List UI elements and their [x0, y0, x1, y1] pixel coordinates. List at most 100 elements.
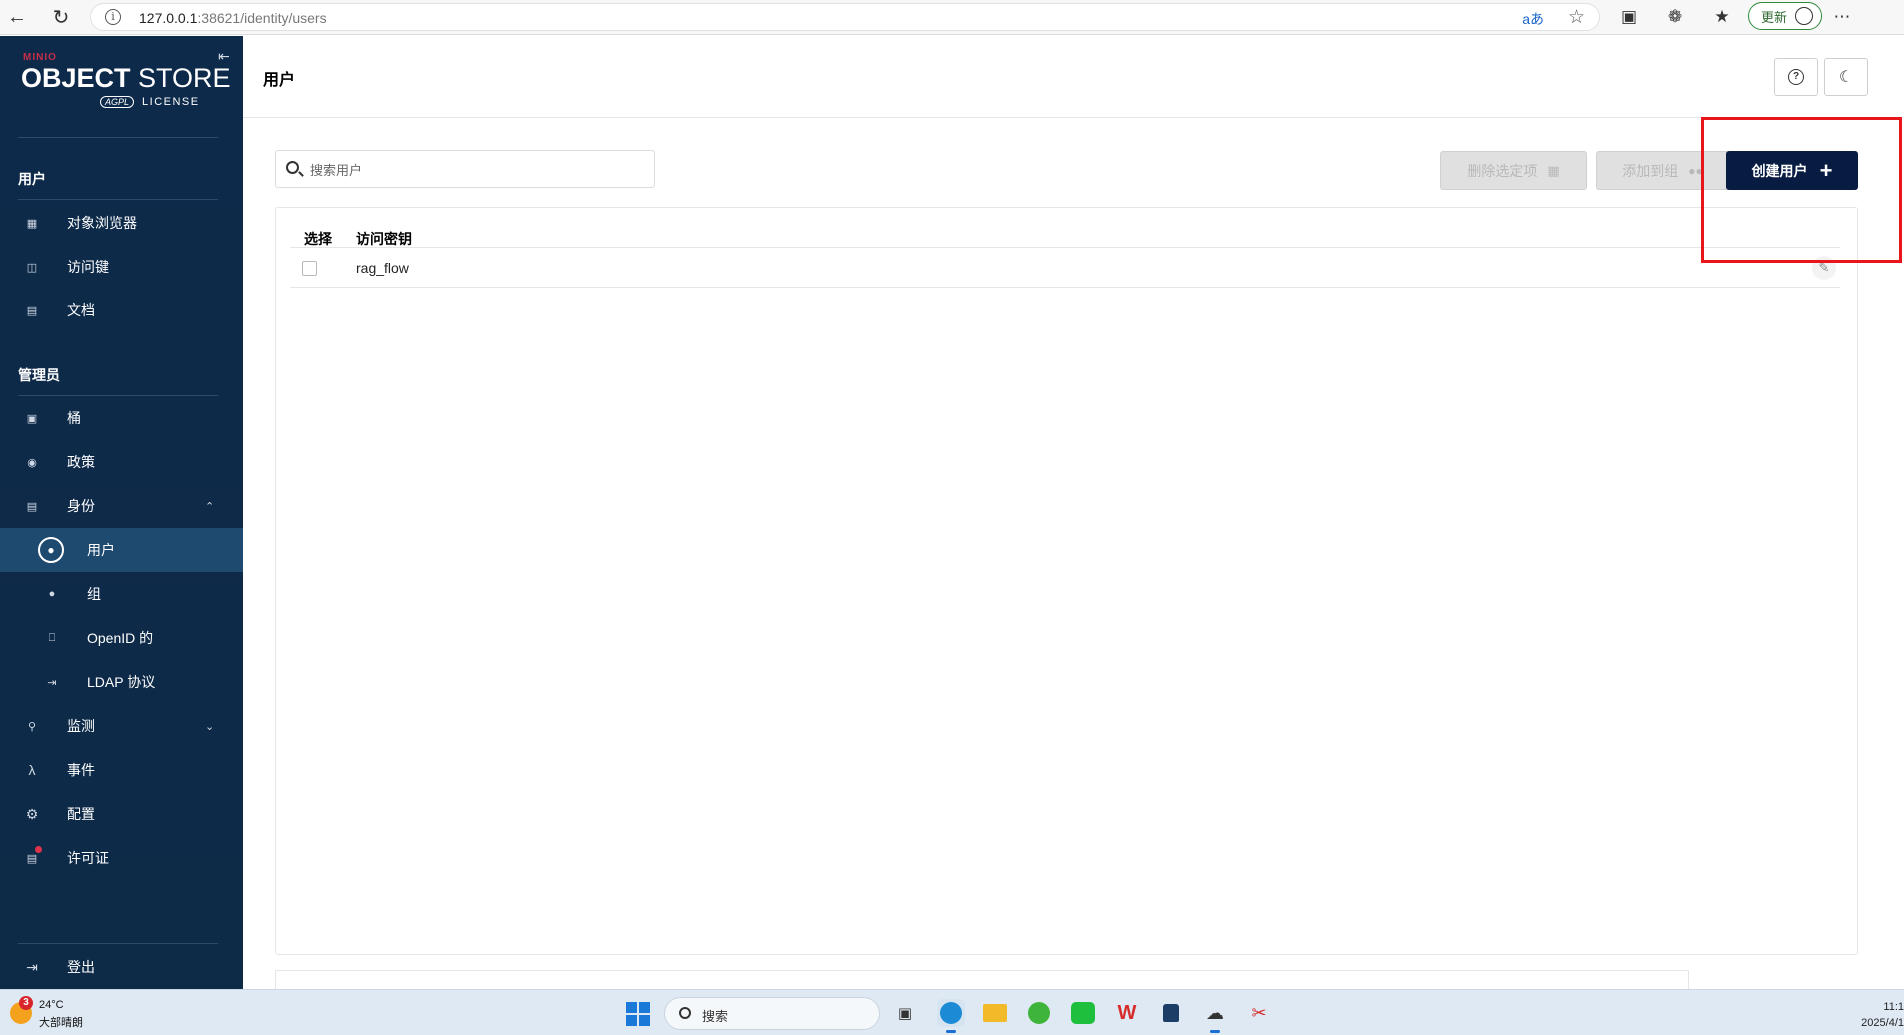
divider	[18, 137, 218, 138]
favorites-icon[interactable]: ★	[1710, 5, 1734, 29]
windows-start-icon[interactable]	[626, 1002, 650, 1026]
site-info-icon[interactable]: i	[105, 9, 121, 25]
sidebar-item-ldap[interactable]: ⇥ LDAP 协议	[0, 662, 243, 702]
sidebar-item-label: 事件	[67, 762, 95, 778]
minio-logo: MINIO	[23, 52, 57, 63]
chevron-down-icon: ⌄	[205, 720, 215, 733]
column-header-select[interactable]: 选择	[304, 229, 332, 249]
documentation-icon: ▤	[26, 304, 38, 317]
green-app-icon[interactable]	[1025, 999, 1053, 1027]
clock-time: 11:1	[1883, 1001, 1904, 1013]
help-icon: ?	[1788, 69, 1804, 85]
users-table: 选择 访问密钥 rag_flow ✎	[275, 207, 1858, 955]
section-admin: 管理员	[18, 367, 60, 383]
ldap-icon: ⇥	[47, 676, 57, 689]
sidebar-item-events[interactable]: λ 事件	[0, 750, 243, 790]
update-button[interactable]: 更新	[1748, 2, 1822, 30]
delete-selected-button[interactable]: 删除选定项 ▦	[1440, 151, 1587, 190]
taskbar-search-label: 搜索	[702, 1009, 729, 1024]
openid-icon: ⎕	[48, 631, 56, 644]
sync-app-icon[interactable]: ☁	[1201, 999, 1229, 1033]
wps-office-icon[interactable]: W	[1113, 999, 1141, 1027]
sidebar-item-documentation[interactable]: ▤ 文档	[0, 290, 243, 330]
read-aloud-icon[interactable]: aあ	[1522, 9, 1544, 29]
sidebar-item-openid[interactable]: ⎕ OpenID 的	[0, 618, 243, 658]
sidebar: MINIO OBJECT STORE AGPL LICENSE ⇤ 用户 ▦ 对象…	[0, 36, 243, 989]
sidebar-item-monitoring[interactable]: ⚲ 监测 ⌄	[0, 706, 243, 746]
reload-icon[interactable]: ↻	[48, 4, 74, 30]
search-input[interactable]	[310, 159, 640, 181]
sidebar-item-object-browser[interactable]: ▦ 对象浏览器	[0, 203, 243, 243]
sidebar-item-buckets[interactable]: ▣ 桶	[0, 398, 243, 438]
configuration-icon: ⚙	[25, 805, 39, 822]
tab-actions-icon[interactable]: ▣	[1617, 5, 1641, 29]
snipping-tool-icon[interactable]: ✂	[1245, 999, 1273, 1027]
divider	[18, 943, 218, 944]
wechat-icon[interactable]	[1069, 999, 1097, 1027]
logout-label: 登出	[67, 959, 95, 975]
policy-icon: ◉	[27, 456, 37, 469]
sidebar-item-label: 访问键	[67, 259, 109, 275]
sidebar-item-configuration[interactable]: ⚙ 配置	[0, 794, 243, 834]
sidebar-item-license[interactable]: ▤ 许可证	[0, 838, 243, 878]
cat-app-icon[interactable]	[1157, 999, 1185, 1027]
sidebar-item-identity[interactable]: ▤ 身份 ⌃	[0, 486, 243, 526]
delete-selected-label: 删除选定项	[1467, 162, 1538, 179]
sidebar-item-label: LDAP 协议	[87, 674, 156, 690]
group-icon: ●	[48, 588, 56, 600]
temperature: 24°C	[39, 999, 64, 1011]
clock-date: 2025/4/1	[1861, 1017, 1904, 1029]
logout-button[interactable]: ⇥ 登出	[0, 947, 243, 987]
page-title: 用户	[263, 72, 296, 89]
license-logo: AGPL LICENSE	[100, 96, 200, 108]
address-bar[interactable]: i 127.0.0.1:38621/identity/users aあ ☆	[90, 3, 1600, 31]
sidebar-item-label: 监测	[67, 718, 95, 734]
moon-icon: ☾	[1838, 69, 1854, 86]
logout-icon: ⇥	[26, 958, 38, 975]
sidebar-item-label: 许可证	[67, 850, 109, 866]
favorite-star-icon[interactable]: ☆	[1568, 6, 1585, 29]
weather-condition: 大部晴朗	[39, 1017, 83, 1029]
search-icon	[286, 161, 299, 174]
row-checkbox[interactable]	[302, 261, 317, 276]
column-header-access-key[interactable]: 访问密钥	[356, 229, 412, 249]
page-header: 用户 ? ☾	[243, 36, 1881, 118]
sidebar-item-label: 政策	[67, 454, 95, 470]
divider	[18, 199, 218, 200]
object-browser-icon: ▦	[26, 217, 38, 230]
divider	[18, 395, 218, 396]
notification-dot	[35, 846, 42, 853]
system-clock[interactable]: 11:1 2025/4/1	[1856, 999, 1904, 1031]
notification-badge: 3	[19, 996, 33, 1010]
more-menu-icon[interactable]: ⋯	[1830, 5, 1854, 29]
dark-mode-button[interactable]: ☾	[1824, 58, 1868, 96]
chevron-up-icon: ⌃	[205, 500, 215, 513]
access-keys-icon: ◫	[26, 261, 38, 274]
sidebar-item-groups[interactable]: ● 组	[0, 574, 243, 614]
extensions-icon[interactable]: ❁	[1663, 5, 1687, 29]
url-text: 127.0.0.1:38621/identity/users	[139, 10, 327, 26]
browser-toolbar: ← ↻ i 127.0.0.1:38621/identity/users aあ …	[0, 0, 1904, 35]
edge-browser-icon[interactable]	[937, 999, 965, 1033]
events-icon: λ	[28, 762, 36, 778]
sidebar-item-users[interactable]: ● 用户	[0, 528, 243, 572]
sidebar-item-access-keys[interactable]: ◫ 访问键	[0, 247, 243, 287]
access-key-cell[interactable]: rag_flow	[356, 260, 409, 276]
file-explorer-icon[interactable]	[981, 999, 1009, 1027]
sidebar-item-label: 对象浏览器	[67, 215, 137, 231]
table-row[interactable]: rag_flow ✎	[290, 248, 1840, 288]
back-arrow-icon[interactable]: ←	[4, 4, 30, 30]
identity-icon: ▤	[26, 500, 38, 513]
collapse-sidebar-icon[interactable]: ⇤	[218, 48, 230, 65]
sidebar-item-label: 身份	[67, 498, 95, 514]
sidebar-item-label: 文档	[67, 302, 95, 318]
taskbar-search[interactable]: 搜索	[664, 997, 880, 1030]
sidebar-item-policies[interactable]: ◉ 政策	[0, 442, 243, 482]
task-view-icon[interactable]: ▣	[891, 999, 919, 1027]
search-icon	[679, 1007, 691, 1019]
sidebar-item-label: OpenID 的	[87, 630, 154, 646]
add-to-group-label: 添加到组	[1622, 162, 1679, 179]
help-button[interactable]: ?	[1774, 58, 1818, 96]
sidebar-item-label: 组	[87, 586, 101, 602]
sidebar-item-label: 用户	[87, 542, 115, 558]
